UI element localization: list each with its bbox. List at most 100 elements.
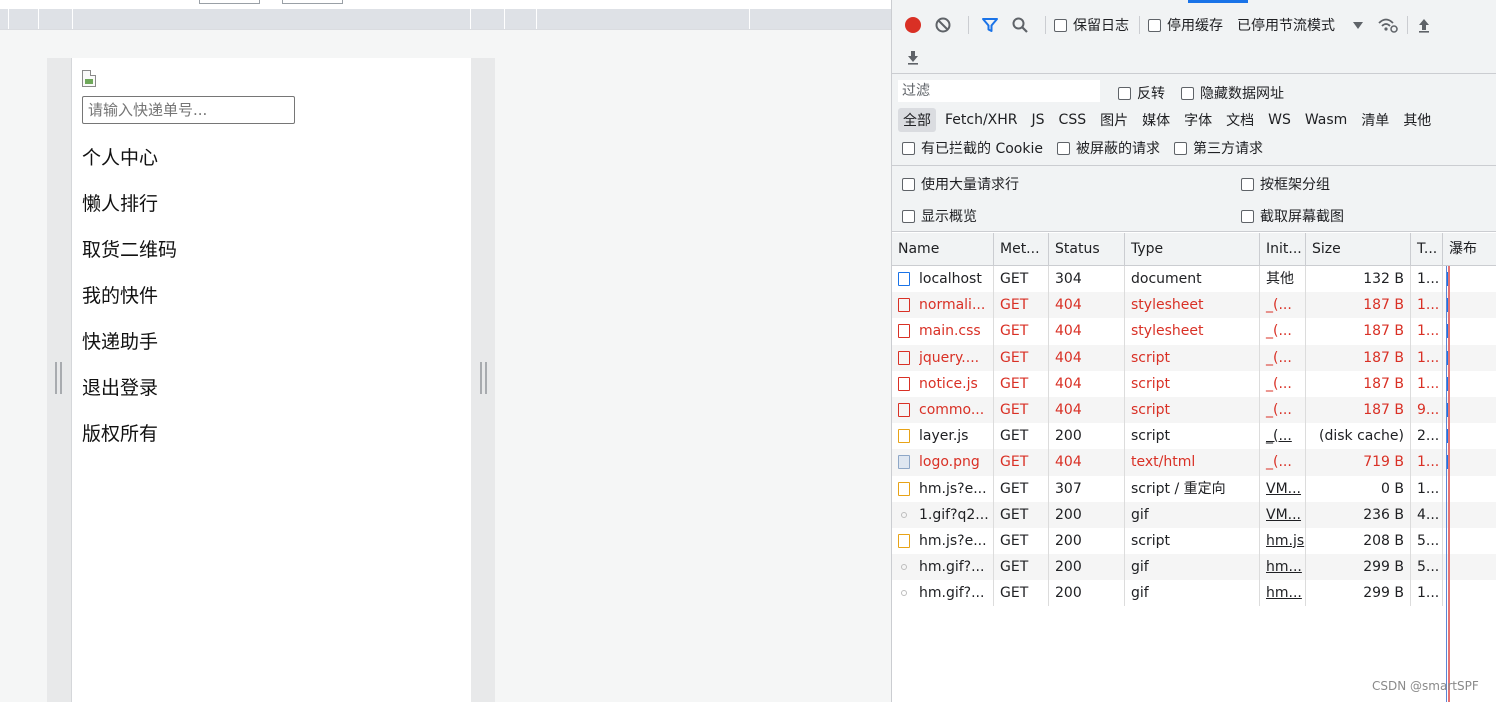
- table-row[interactable]: localhost GET 304 document 其他 132 B 1...: [892, 266, 1496, 293]
- menu-item-pickup-qrcode[interactable]: 取货二维码: [82, 236, 177, 282]
- table-row[interactable]: hm.gif?... GET 200 gif hm... 299 B 1...: [892, 580, 1496, 607]
- tracking-number-input[interactable]: [82, 96, 295, 124]
- ruler-segment[interactable]: [8, 9, 9, 29]
- cell-initiator[interactable]: hm...: [1260, 580, 1306, 607]
- record-button[interactable]: [900, 12, 926, 38]
- column-header-time[interactable]: T...: [1411, 233, 1443, 265]
- large-rows-checkbox[interactable]: [902, 177, 915, 191]
- table-row[interactable]: layer.js GET 200 script _(... (disk cache) 2..…: [892, 423, 1496, 450]
- ruler-segment[interactable]: [536, 9, 537, 29]
- resize-handle-left[interactable]: [55, 362, 62, 394]
- cell-name[interactable]: commo...: [892, 396, 994, 424]
- table-row[interactable]: notice.js GET 404 script _(... 187 B 1...: [892, 370, 1496, 397]
- group-by-frame-checkbox[interactable]: [1241, 177, 1254, 191]
- type-filter-font[interactable]: 字体: [1179, 108, 1217, 132]
- preserve-log-checkbox[interactable]: [1054, 18, 1067, 32]
- table-row[interactable]: logo.png GET 404 text/html _(... 719 B 1...: [892, 449, 1496, 476]
- cell-initiator[interactable]: _(...: [1260, 318, 1306, 345]
- cell-name[interactable]: normali...: [892, 292, 994, 319]
- show-overview-checkbox[interactable]: [902, 209, 915, 223]
- type-filter-all[interactable]: 全部: [898, 108, 936, 132]
- table-row[interactable]: 1.gif?q2... GET 200 gif VM... 236 B 4...: [892, 501, 1496, 528]
- table-row[interactable]: commo... GET 404 script _(... 187 B 9...: [892, 396, 1496, 424]
- throttling-select[interactable]: 已停用节流模式: [1237, 15, 1335, 35]
- hide-data-urls-checkbox[interactable]: [1181, 86, 1194, 100]
- cell-initiator[interactable]: VM...: [1260, 475, 1306, 502]
- export-har-icon[interactable]: [905, 49, 921, 65]
- column-header-status[interactable]: Status: [1049, 233, 1125, 265]
- disable-cache-checkbox[interactable]: [1148, 18, 1161, 32]
- menu-item-my-parcels[interactable]: 我的快件: [82, 282, 177, 328]
- ruler-segment[interactable]: [72, 9, 73, 29]
- column-header-type[interactable]: Type: [1125, 233, 1260, 265]
- cell-name[interactable]: notice.js: [892, 370, 994, 397]
- cell-name[interactable]: main.css: [892, 318, 994, 345]
- cell-initiator[interactable]: 其他: [1260, 266, 1306, 293]
- type-filter-css[interactable]: CSS: [1054, 110, 1092, 130]
- cell-initiator[interactable]: hm.js: [1260, 527, 1306, 555]
- column-header-initiator[interactable]: Init...: [1260, 233, 1306, 265]
- type-filter-img[interactable]: 图片: [1095, 108, 1133, 132]
- menu-item-logout[interactable]: 退出登录: [82, 374, 177, 420]
- cell-name[interactable]: logo.png: [892, 449, 994, 476]
- capture-screenshots-checkbox[interactable]: [1241, 209, 1254, 223]
- table-row[interactable]: normali... GET 404 stylesheet _(... 187 B 1...: [892, 292, 1496, 319]
- cell-name[interactable]: layer.js: [892, 423, 994, 450]
- blocked-requests-checkbox[interactable]: [1056, 141, 1070, 155]
- device-dimension-box[interactable]: [282, 0, 343, 4]
- cell-initiator[interactable]: _(...: [1260, 449, 1306, 476]
- invert-checkbox[interactable]: [1118, 86, 1131, 100]
- import-har-icon[interactable]: [1416, 17, 1432, 33]
- resize-handle-right[interactable]: [480, 362, 487, 394]
- type-filter-wasm[interactable]: Wasm: [1300, 110, 1352, 130]
- table-row[interactable]: hm.js?e... GET 307 script / 重定向 VM... 0 B 1...: [892, 475, 1496, 502]
- ruler-segment[interactable]: [470, 9, 471, 29]
- cell-initiator[interactable]: hm...: [1260, 554, 1306, 581]
- cell-initiator[interactable]: _(...: [1260, 292, 1306, 319]
- type-filter-other[interactable]: 其他: [1398, 108, 1436, 132]
- cell-name[interactable]: hm.gif?...: [892, 580, 994, 607]
- type-filter-media[interactable]: 媒体: [1137, 108, 1175, 132]
- cell-initiator[interactable]: _(...: [1260, 396, 1306, 424]
- script-icon: [898, 350, 910, 365]
- ruler-segment[interactable]: [749, 9, 750, 29]
- ruler-segment[interactable]: [504, 9, 505, 29]
- third-party-checkbox[interactable]: [1173, 141, 1187, 155]
- menu-item-copyright[interactable]: 版权所有: [82, 420, 177, 466]
- network-conditions-icon[interactable]: [1377, 16, 1399, 34]
- cell-name[interactable]: hm.js?e...: [892, 475, 994, 502]
- cell-initiator[interactable]: _(...: [1260, 344, 1306, 371]
- cell-initiator[interactable]: VM...: [1260, 501, 1306, 528]
- filter-toggle-button[interactable]: [977, 12, 1003, 38]
- cell-name[interactable]: hm.gif?...: [892, 554, 994, 581]
- ruler-segment[interactable]: [38, 9, 39, 29]
- search-button[interactable]: [1007, 12, 1033, 38]
- column-header-name[interactable]: Name: [892, 233, 994, 265]
- chevron-down-icon[interactable]: [1351, 18, 1365, 32]
- type-filter-doc[interactable]: 文档: [1221, 108, 1259, 132]
- table-row[interactable]: main.css GET 404 stylesheet _(... 187 B 1...: [892, 318, 1496, 345]
- cell-name[interactable]: hm.js?e...: [892, 527, 994, 555]
- menu-item-ranking[interactable]: 懒人排行: [82, 190, 177, 236]
- device-dimension-box[interactable]: [199, 0, 260, 4]
- type-filter-manifest[interactable]: 清单: [1356, 108, 1394, 132]
- filter-input[interactable]: [898, 80, 1100, 102]
- column-header-method[interactable]: Met...: [994, 233, 1049, 265]
- column-header-size[interactable]: Size: [1306, 233, 1411, 265]
- column-header-waterfall[interactable]: 瀑布: [1443, 233, 1496, 265]
- table-row[interactable]: hm.js?e... GET 200 script hm.js 208 B 5...: [892, 527, 1496, 555]
- clear-button[interactable]: [930, 12, 956, 38]
- type-filter-js[interactable]: JS: [1027, 110, 1050, 130]
- table-row[interactable]: hm.gif?... GET 200 gif hm... 299 B 5...: [892, 554, 1496, 581]
- type-filter-ws[interactable]: WS: [1263, 110, 1296, 130]
- cell-initiator[interactable]: _(...: [1260, 423, 1306, 450]
- table-row[interactable]: jquery.... GET 404 script _(... 187 B 1...: [892, 344, 1496, 371]
- blocked-cookies-checkbox[interactable]: [902, 141, 915, 155]
- menu-item-assistant[interactable]: 快递助手: [82, 328, 177, 374]
- cell-initiator[interactable]: _(...: [1260, 370, 1306, 397]
- cell-name[interactable]: jquery....: [892, 344, 994, 371]
- type-filter-fetch-xhr[interactable]: Fetch/XHR: [940, 110, 1023, 130]
- menu-item-profile[interactable]: 个人中心: [82, 144, 177, 190]
- cell-name[interactable]: localhost: [892, 266, 994, 293]
- cell-name[interactable]: 1.gif?q2...: [892, 501, 994, 528]
